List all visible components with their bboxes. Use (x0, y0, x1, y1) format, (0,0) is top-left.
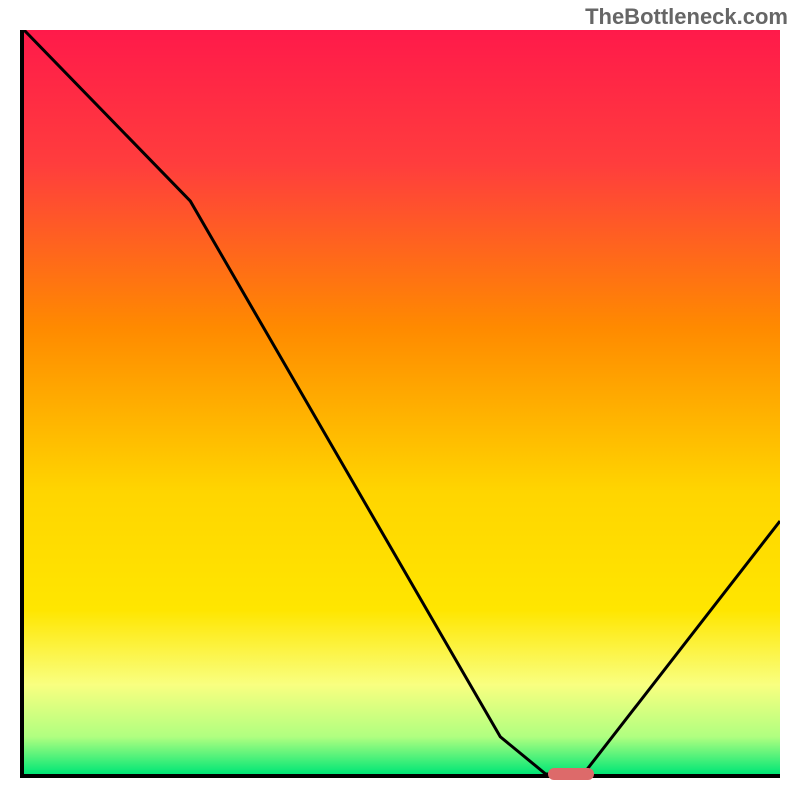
chart-area (20, 30, 780, 778)
curve-line (24, 30, 780, 774)
watermark-text: TheBottleneck.com (585, 4, 788, 30)
optimal-marker (548, 768, 594, 780)
